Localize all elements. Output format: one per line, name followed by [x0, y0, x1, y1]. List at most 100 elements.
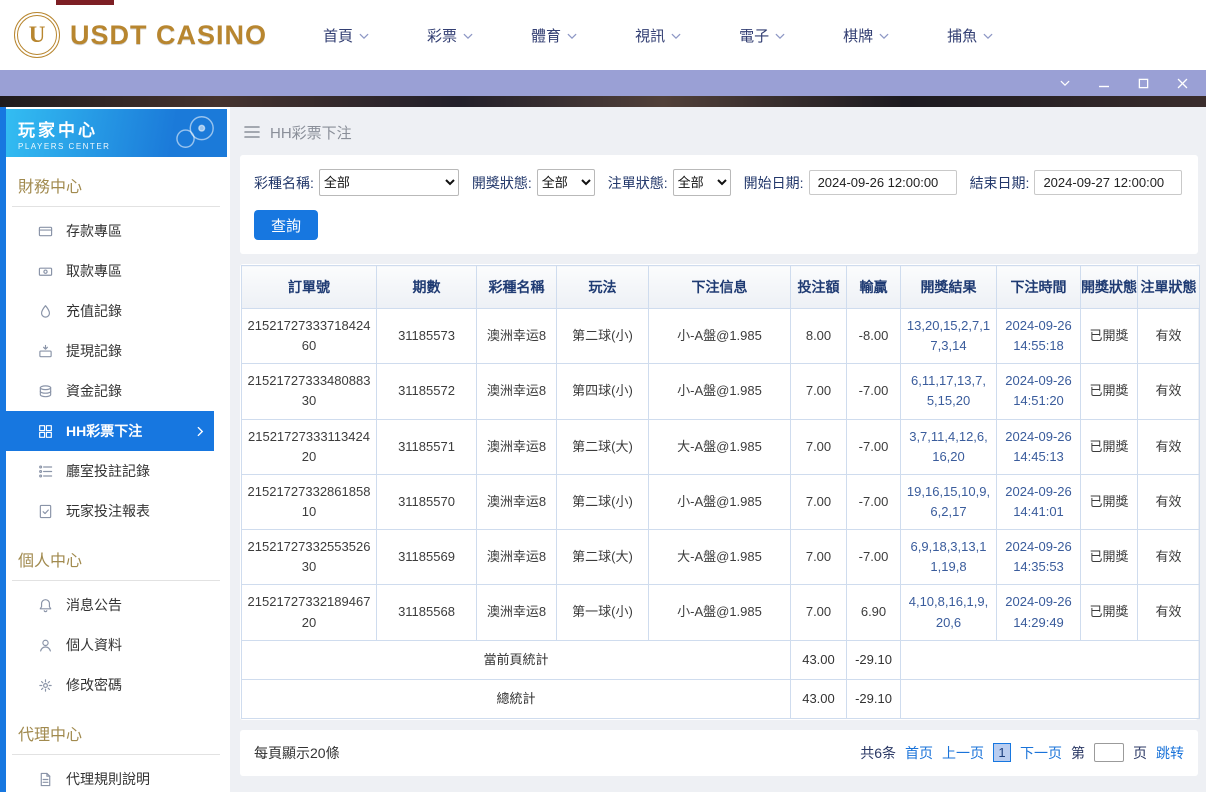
- table-cell: 第二球(大): [556, 529, 649, 586]
- table-cell: 19,16,15,10,9,6,2,17: [900, 473, 997, 531]
- end-date-input[interactable]: [1034, 170, 1183, 195]
- table-cell: 已開獎: [1080, 584, 1138, 641]
- order-status-select[interactable]: 全部: [672, 169, 731, 196]
- top-partial-strip: [56, 0, 114, 5]
- table-cell: 6,11,17,13,7,5,15,20: [900, 363, 997, 420]
- chevron-down-icon: [463, 33, 473, 40]
- page-summary-winloss: -29.10: [846, 639, 901, 680]
- table-cell: 大-A盤@1.985: [648, 529, 791, 586]
- table-cell: 2152172733286185810: [241, 473, 377, 531]
- table-cell: 有效: [1137, 584, 1200, 641]
- table-cell: 第二球(小): [556, 307, 649, 365]
- table-cell: 2152172733371842460: [241, 307, 377, 365]
- top-nav-item-label: 電子: [739, 27, 770, 45]
- table-cell: 7.00: [790, 529, 847, 586]
- table-cell: -7.00: [846, 529, 901, 586]
- draw-status-select[interactable]: 全部: [536, 169, 595, 196]
- table-cell: 31185573: [376, 307, 477, 365]
- table-footer: 每頁顯示20條 共6条 首页 上一页 1 下一页 第 页 跳转: [240, 729, 1198, 776]
- column-header: 輸贏: [846, 265, 901, 309]
- sidebar-item[interactable]: 提現記錄: [6, 331, 214, 371]
- table-summary: 當前頁統計 43.00 -29.10 總統計 43.00 -29.10: [241, 639, 1200, 719]
- filter-label: 開始日期:: [743, 174, 804, 191]
- sidebar-item-label: 個人資料: [66, 637, 122, 653]
- table-cell: 7.00: [790, 418, 847, 475]
- sidebar-item[interactable]: 玩家投注報表: [6, 491, 214, 531]
- sidebar-item[interactable]: 資金記錄: [6, 371, 214, 411]
- chevron-down-icon[interactable]: [1060, 80, 1070, 87]
- page-header: HH彩票下注: [244, 119, 1198, 145]
- page-jump-input[interactable]: [1094, 743, 1124, 763]
- withdraw-record-icon: [38, 344, 53, 359]
- close-icon[interactable]: [1177, 78, 1188, 89]
- total-summary-winloss: -29.10: [846, 678, 901, 719]
- chevron-down-icon: [879, 33, 889, 40]
- maximize-icon[interactable]: [1138, 78, 1149, 89]
- filter-label: 結束日期:: [969, 174, 1030, 191]
- table-cell: 2024-09-26 14:55:18: [996, 307, 1081, 365]
- top-nav-item[interactable]: 首頁: [323, 25, 369, 46]
- top-nav-item-label: 彩票: [427, 27, 458, 45]
- sidebar-item[interactable]: 消息公告: [6, 585, 214, 625]
- sidebar-item[interactable]: 修改密碼: [6, 665, 214, 705]
- logo-text: USDT CASINO: [70, 19, 268, 50]
- top-nav-item[interactable]: 彩票: [427, 25, 473, 46]
- lottery-type-select[interactable]: 全部: [318, 169, 459, 196]
- first-page-link[interactable]: 首页: [905, 743, 933, 763]
- top-nav-item[interactable]: 體育: [531, 25, 577, 46]
- sidebar-item[interactable]: HH彩票下注: [6, 411, 214, 451]
- chevron-down-icon: [359, 33, 369, 40]
- top-nav-item[interactable]: 視訊: [635, 25, 681, 46]
- sidebar-item-label: 資金記錄: [66, 383, 122, 399]
- table-cell: 有效: [1137, 473, 1200, 531]
- next-page-link[interactable]: 下一页: [1020, 743, 1062, 763]
- top-nav-item[interactable]: 棋牌: [843, 25, 889, 46]
- table-cell: 有效: [1137, 363, 1200, 420]
- table-cell: 7.00: [790, 473, 847, 531]
- top-nav-items: 首頁 彩票 體育 視訊 電子 棋牌 捕魚: [323, 25, 993, 46]
- table-cell: 2152172733255352630: [241, 529, 377, 586]
- sidebar-item[interactable]: 充值記錄: [6, 291, 214, 331]
- sidebar-item[interactable]: 代理規則說明: [6, 759, 214, 792]
- total-summary-label: 總統計: [241, 678, 791, 719]
- total-summary-bet: 43.00: [790, 678, 847, 719]
- table-cell: 31185569: [376, 529, 477, 586]
- start-date-input[interactable]: [808, 170, 957, 195]
- sidebar-item[interactable]: 存款專區: [6, 211, 214, 251]
- prev-page-link[interactable]: 上一页: [942, 743, 984, 763]
- filter-group: 開獎狀態: 全部: [472, 169, 595, 196]
- table-row: 2152172733218946720 31185568 澳洲幸运8 第一球(小) 小-…: [241, 584, 1200, 641]
- current-page[interactable]: 1: [993, 743, 1011, 763]
- table-cell: 31185570: [376, 473, 477, 531]
- sidebar-item[interactable]: 個人資料: [6, 625, 214, 665]
- window-title-bar: [0, 70, 1206, 96]
- window-controls: [1060, 77, 1188, 89]
- sidebar-section-heading: 個人中心: [12, 531, 220, 581]
- table-cell: 2024-09-26 14:35:53: [996, 529, 1081, 586]
- logo[interactable]: U USDT CASINO: [14, 12, 267, 58]
- jump-suffix-label: 页: [1133, 744, 1147, 761]
- jump-prefix-label: 第: [1071, 744, 1085, 761]
- table-cell: 31185571: [376, 418, 477, 475]
- table-cell: 6,9,18,3,13,11,19,8: [900, 529, 997, 586]
- pagination: 共6条 首页 上一页 1 下一页 第 页 跳转: [860, 743, 1184, 763]
- top-nav: U USDT CASINO 首頁 彩票 體育 視訊 電子 棋牌 捕魚: [0, 0, 1206, 70]
- document-icon: [38, 772, 53, 787]
- minimize-icon[interactable]: [1098, 77, 1110, 89]
- sidebar-section-heading: 財務中心: [12, 157, 220, 207]
- total-count: 共6条: [860, 744, 896, 761]
- jump-link[interactable]: 跳转: [1156, 743, 1184, 763]
- table-panel: 訂單號 期數 彩種名稱 玩法 下注信息 投注額 輸贏 開獎結果 下注時間 開獎狀態 注單狀態 215…: [240, 264, 1200, 720]
- chevron-down-icon: [983, 33, 993, 40]
- sidebar-item[interactable]: 廳室投註記錄: [6, 451, 214, 491]
- table-cell: 3,7,11,4,12,6,16,20: [900, 418, 997, 475]
- recharge-icon: [38, 304, 53, 319]
- table-cell: 6.90: [846, 584, 901, 641]
- sidebar-item[interactable]: 取款專區: [6, 251, 214, 291]
- search-button[interactable]: 查詢: [254, 210, 318, 240]
- top-nav-item[interactable]: 電子: [739, 25, 785, 46]
- sidebar-item-label: 存款專區: [66, 223, 122, 239]
- menu-icon[interactable]: [244, 125, 260, 139]
- top-nav-item[interactable]: 捕魚: [947, 25, 993, 46]
- table-cell: 2024-09-26 14:29:49: [996, 584, 1081, 641]
